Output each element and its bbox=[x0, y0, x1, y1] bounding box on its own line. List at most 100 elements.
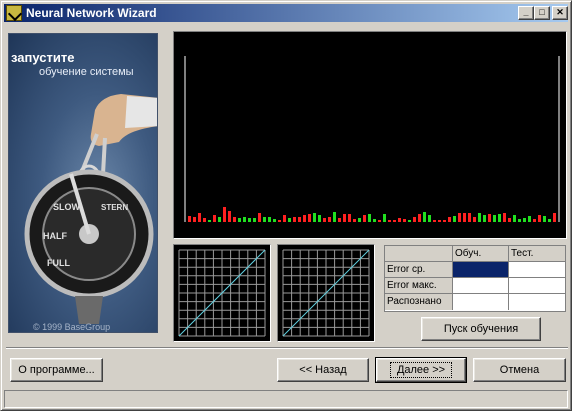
error-bar bbox=[223, 207, 226, 222]
error-bar bbox=[243, 217, 246, 222]
start-training-button[interactable]: Пуск обучения bbox=[421, 317, 541, 341]
error-bar bbox=[458, 213, 461, 222]
cell-error-avg-test[interactable] bbox=[509, 262, 565, 278]
svg-text:SLOW: SLOW bbox=[53, 202, 81, 212]
error-bar bbox=[453, 216, 456, 222]
train-scatter-canvas bbox=[178, 249, 266, 337]
maximize-button[interactable]: □ bbox=[534, 6, 550, 20]
next-button[interactable]: Далее >> bbox=[375, 357, 467, 383]
error-bar bbox=[238, 218, 241, 222]
status-bar bbox=[4, 390, 568, 408]
error-bar bbox=[338, 218, 341, 222]
banner-subtitle: обучение системы bbox=[39, 66, 134, 78]
svg-text:STERN: STERN bbox=[101, 203, 128, 212]
wizard-banner: SLOW HALF FULL STERN запустите обучение … bbox=[8, 33, 158, 333]
row-label-error-avg: Error ср. bbox=[385, 262, 453, 278]
error-bar bbox=[523, 218, 526, 222]
error-bar bbox=[493, 215, 496, 222]
error-bar bbox=[543, 216, 546, 222]
cell-error-max-test[interactable] bbox=[509, 278, 565, 294]
minimize-button[interactable]: _ bbox=[518, 6, 534, 20]
error-bar bbox=[443, 220, 446, 222]
svg-text:FULL: FULL bbox=[47, 258, 70, 268]
error-bar bbox=[348, 214, 351, 222]
test-scatter-canvas bbox=[282, 249, 370, 337]
button-separator bbox=[6, 347, 568, 349]
error-bar bbox=[268, 217, 271, 222]
error-bar bbox=[408, 220, 411, 222]
cell-recognized-train[interactable] bbox=[453, 294, 509, 310]
error-bar bbox=[463, 213, 466, 222]
error-bar bbox=[508, 218, 511, 222]
error-bar bbox=[353, 219, 356, 222]
error-bar bbox=[498, 214, 501, 222]
column-header-train[interactable]: Обуч. bbox=[453, 246, 509, 262]
error-chart-canvas bbox=[184, 56, 560, 222]
error-bar bbox=[428, 215, 431, 222]
error-bar bbox=[488, 214, 491, 222]
error-bar bbox=[518, 219, 521, 222]
wizard-window: Neural Network Wizard _ □ ✕ SLOW HALF FU… bbox=[0, 0, 572, 411]
error-bar bbox=[553, 213, 556, 222]
title-bar[interactable]: Neural Network Wizard _ □ ✕ bbox=[4, 4, 568, 22]
banner-title: запустите bbox=[11, 50, 75, 65]
error-bar bbox=[438, 220, 441, 222]
close-button[interactable]: ✕ bbox=[552, 6, 568, 20]
error-bar bbox=[218, 217, 221, 222]
error-bar bbox=[188, 216, 191, 222]
column-header-test[interactable]: Тест. bbox=[509, 246, 565, 262]
error-bar bbox=[288, 218, 291, 222]
train-scatter-plot bbox=[173, 244, 271, 342]
test-scatter-plot bbox=[277, 244, 375, 342]
error-bar bbox=[473, 217, 476, 222]
error-bar bbox=[368, 214, 371, 222]
error-bar bbox=[373, 219, 376, 222]
error-bar bbox=[213, 215, 216, 222]
error-bar bbox=[393, 220, 396, 222]
telegraph-illustration: SLOW HALF FULL STERN bbox=[24, 94, 157, 324]
stats-grid[interactable]: Обуч. Тест. Error ср. Error макс. Распоз… bbox=[384, 245, 566, 312]
error-bar bbox=[398, 218, 401, 222]
error-bar bbox=[298, 217, 301, 222]
error-bar bbox=[333, 212, 336, 222]
error-bar bbox=[418, 214, 421, 222]
cancel-button[interactable]: Отмена bbox=[473, 358, 566, 382]
error-bar bbox=[358, 218, 361, 222]
banner-copyright: © 1999 BaseGroup bbox=[33, 322, 111, 332]
error-bar bbox=[273, 219, 276, 222]
error-bar bbox=[378, 220, 381, 222]
error-bar bbox=[483, 215, 486, 222]
row-label-recognized: Распознано bbox=[385, 294, 453, 310]
row-label-error-max: Error макс. bbox=[385, 278, 453, 294]
error-bar bbox=[303, 215, 306, 222]
next-button-label: Далее >> bbox=[389, 362, 453, 378]
error-bar bbox=[388, 220, 391, 222]
error-bar bbox=[403, 219, 406, 222]
error-bar bbox=[423, 212, 426, 222]
error-bar bbox=[283, 215, 286, 222]
error-bar bbox=[313, 213, 316, 222]
svg-text:HALF: HALF bbox=[43, 231, 67, 241]
error-bar bbox=[228, 211, 231, 222]
about-button[interactable]: О программе... bbox=[10, 358, 103, 382]
error-bar bbox=[308, 214, 311, 222]
cell-recognized-test[interactable] bbox=[509, 294, 565, 310]
error-bar bbox=[513, 215, 516, 222]
error-bar bbox=[248, 218, 251, 222]
error-bar bbox=[278, 220, 281, 222]
error-bar bbox=[328, 217, 331, 222]
error-bar bbox=[208, 220, 211, 222]
error-bar bbox=[233, 217, 236, 222]
cell-error-max-train[interactable] bbox=[453, 278, 509, 294]
error-bar bbox=[253, 218, 256, 222]
cell-error-avg-train[interactable] bbox=[453, 262, 509, 278]
error-bar bbox=[548, 219, 551, 222]
error-bar bbox=[263, 217, 266, 222]
error-bar bbox=[538, 215, 541, 222]
app-icon bbox=[6, 5, 22, 21]
error-bar bbox=[413, 217, 416, 222]
error-bar bbox=[323, 218, 326, 222]
error-bar bbox=[318, 215, 321, 222]
back-button[interactable]: << Назад bbox=[277, 358, 369, 382]
error-bar bbox=[258, 213, 261, 222]
